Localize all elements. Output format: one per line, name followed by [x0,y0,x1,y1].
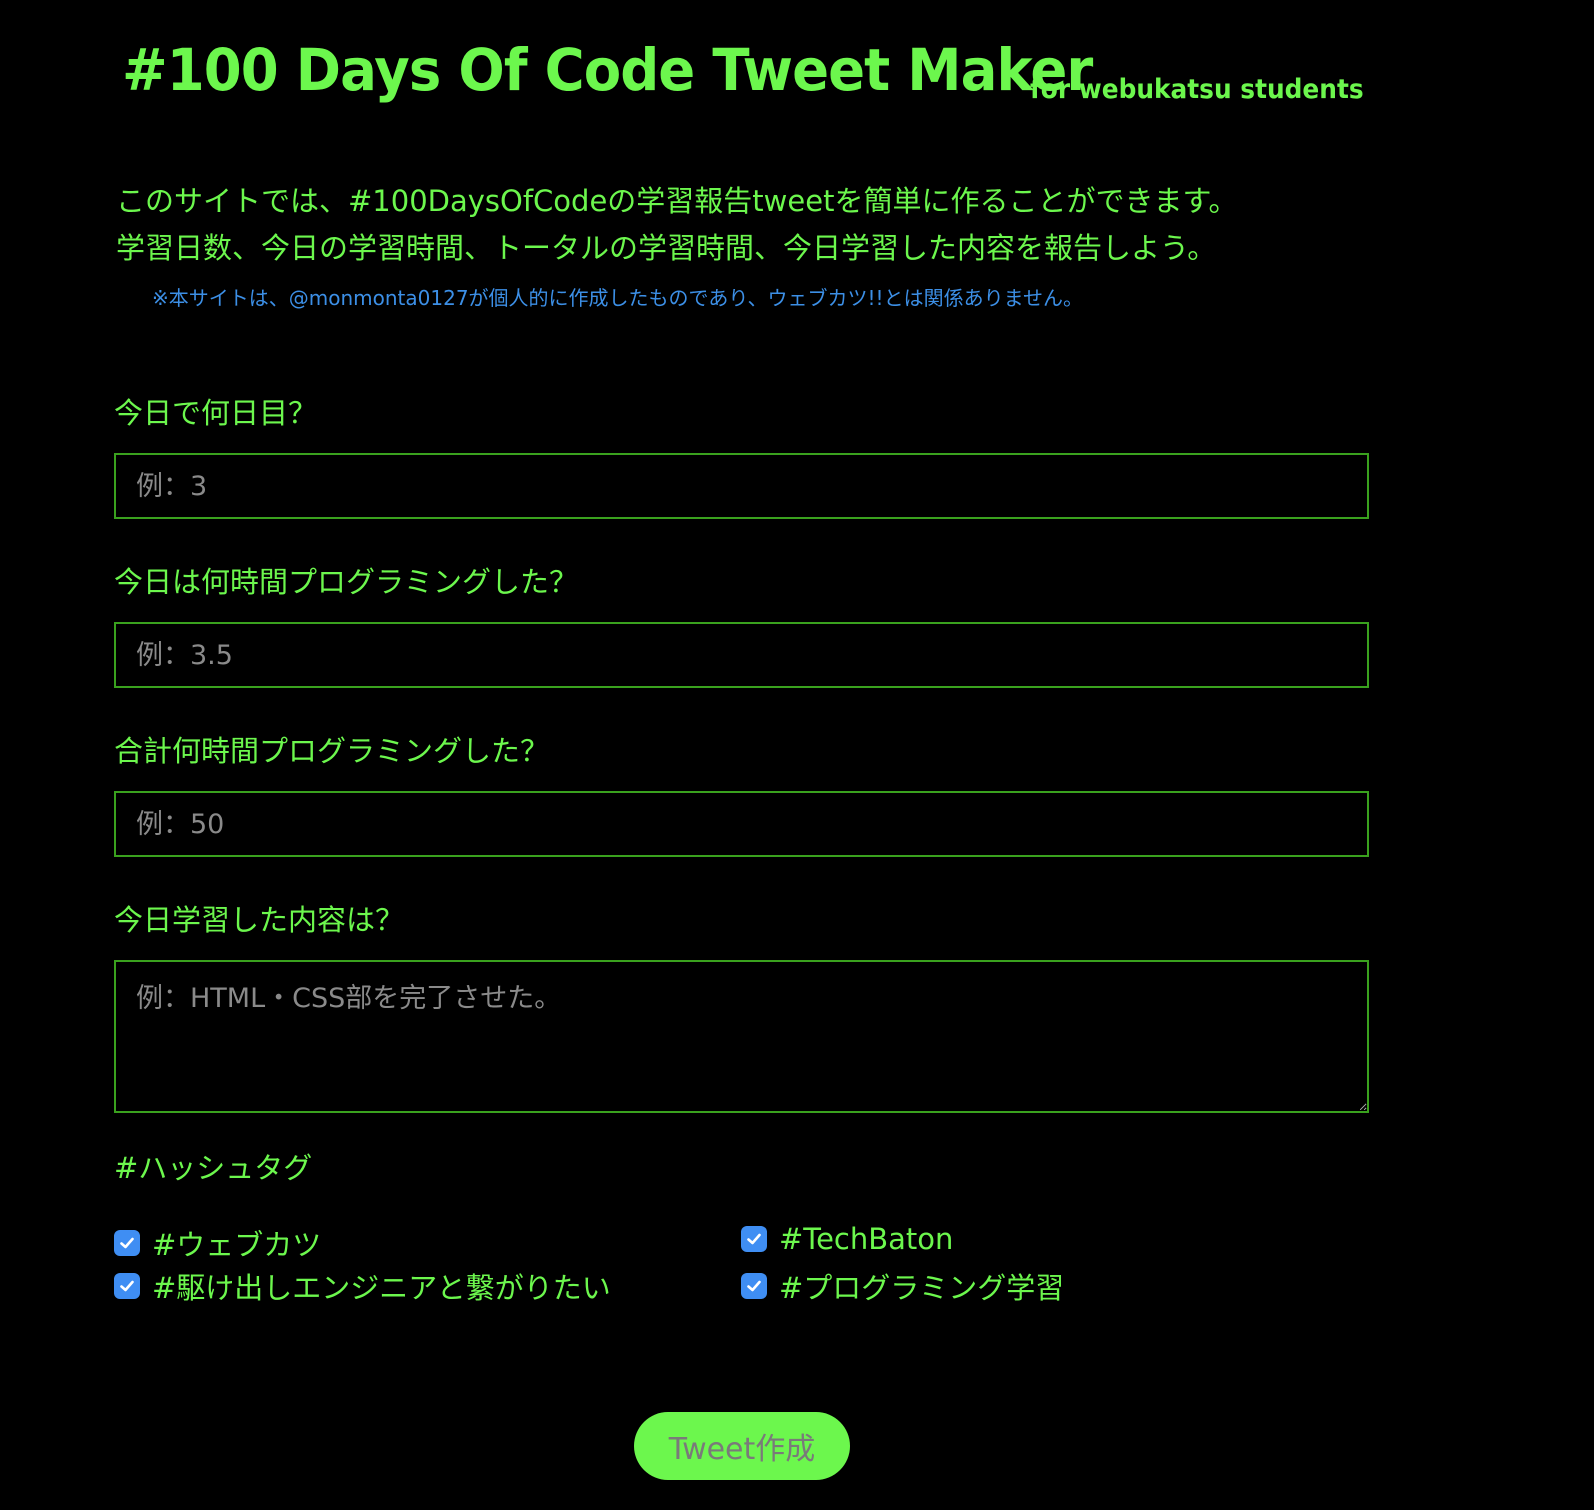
hashtags-heading: #ハッシュタグ [114,1151,313,1185]
day-count-label: 今日で何日目？ [114,396,318,430]
study-content-textarea[interactable] [114,960,1369,1113]
page-title: #100 Days Of Code Tweet Maker [122,36,1093,104]
total-hours-input[interactable] [114,791,1369,857]
page-header: #100 Days Of Code Tweet Maker for webuka… [122,36,1422,105]
intro-line-1: このサイトでは、#100DaysOfCodeの学習報告tweetを簡単に作ること… [116,184,1238,218]
checkbox-checked-icon[interactable] [114,1273,140,1299]
hashtag-label: #駆け出しエンジニアと繋がりたい [152,1271,611,1305]
day-count-input[interactable] [114,453,1369,519]
hashtag-label: #プログラミング学習 [779,1271,1065,1305]
intro-text: このサイトでは、#100DaysOfCodeの学習報告tweetを簡単に作ること… [116,178,1416,272]
checkbox-checked-icon[interactable] [741,1273,767,1299]
total-hours-label: 合計何時間プログラミングした？ [114,734,550,768]
create-tweet-button[interactable]: Tweet作成 [634,1412,850,1480]
hashtag-label: #ウェブカツ [152,1228,322,1262]
intro-line-2: 学習日数、今日の学習時間、トータルの学習時間、今日学習した内容を報告しよう。 [116,231,1217,265]
disclaimer-note: ※本サイトは、@monmonta0127が個人的に作成したものであり、ウェブカツ… [152,286,1083,310]
hashtag-techbaton[interactable]: #TechBaton [741,1222,953,1256]
hashtag-beginner-engineer[interactable]: #駆け出しエンジニアと繋がりたい [114,1265,611,1307]
page: #100 Days Of Code Tweet Maker for webuka… [0,0,1594,1510]
today-hours-label: 今日は何時間プログラミングした？ [114,565,579,599]
study-content-label: 今日学習した内容は？ [114,903,405,937]
hashtag-label: #TechBaton [779,1222,954,1256]
hashtag-webukatsu[interactable]: #ウェブカツ [114,1222,321,1264]
hashtag-programming-study[interactable]: #プログラミング学習 [741,1265,1064,1307]
page-subtitle: for webukatsu students [1030,74,1364,105]
today-hours-input[interactable] [114,622,1369,688]
checkbox-checked-icon[interactable] [741,1226,767,1252]
checkbox-checked-icon[interactable] [114,1230,140,1256]
